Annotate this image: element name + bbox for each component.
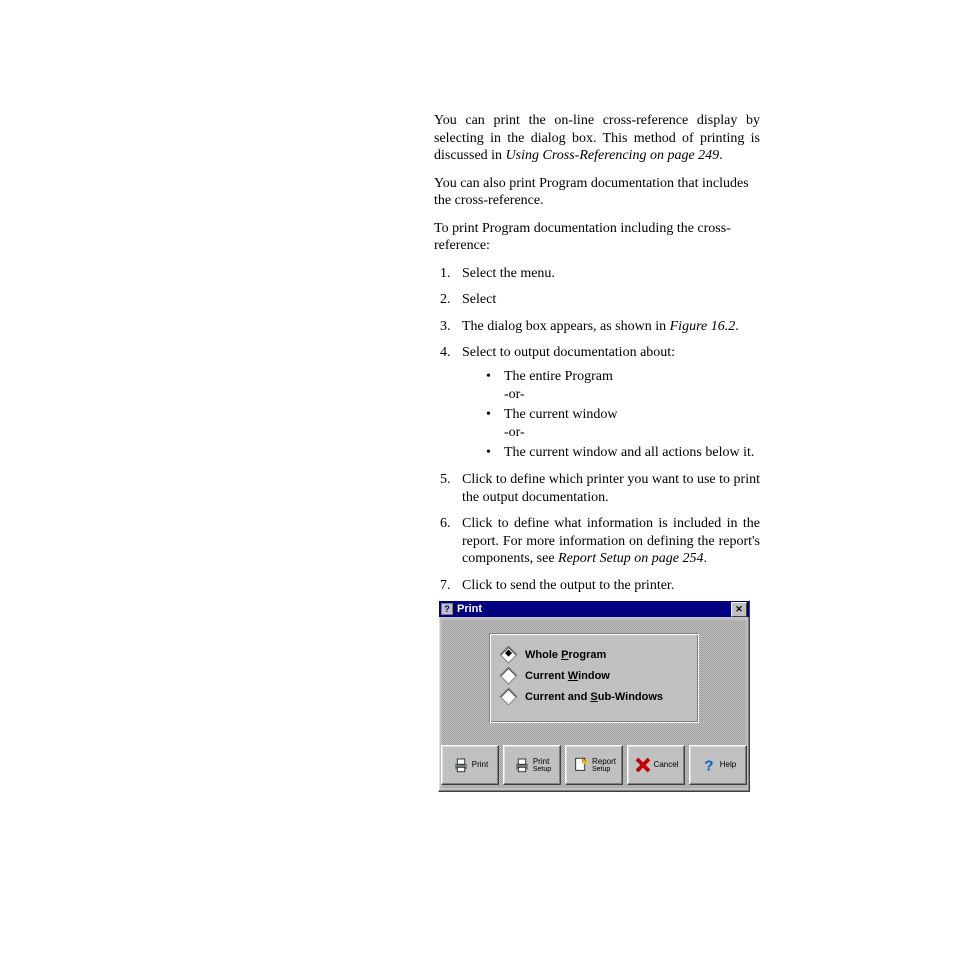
paragraph-2: You can also print Program documentation… [434,175,760,210]
help-question-icon: ? [700,756,718,774]
radio-current-and-sub[interactable]: Current and Sub-Windows [502,690,686,703]
dialog-button-row: Print PrintSetup ReportSetup [445,745,743,785]
print-button[interactable]: Print [441,745,499,785]
cancel-button[interactable]: Cancel [627,745,685,785]
printer-icon [452,756,470,774]
close-button[interactable]: ✕ [731,602,747,617]
radio-icon [499,687,517,705]
radio-icon [499,645,517,663]
dialog-title: Print [457,603,731,615]
cancel-x-icon [634,756,652,774]
report-setup-button[interactable]: ReportSetup [565,745,623,785]
help-button[interactable]: ? Help [689,745,747,785]
svg-text:?: ? [704,757,713,774]
step-4-bullets: The entire Program -or- The current wind… [486,368,760,463]
paragraph-3: To print Program documentation including… [434,220,760,255]
document-text: You can print the on-line cross-referenc… [434,112,760,603]
titlebar: ? Print ✕ [439,601,749,617]
steps-list: Select the menu. Select The dialog box a… [454,265,760,595]
print-scope-group: Whole Program Current Window Current and… [489,633,699,723]
printer-setup-icon [513,756,531,774]
radio-icon [499,666,517,684]
report-setup-icon [572,756,590,774]
radio-current-window[interactable]: Current Window [502,669,686,682]
print-dialog: ? Print ✕ Whole Program Current Window C… [438,600,750,792]
paragraph-1: You can print the on-line cross-referenc… [434,112,760,165]
system-menu-icon[interactable]: ? [441,603,453,615]
radio-whole-program[interactable]: Whole Program [502,648,686,661]
print-setup-button[interactable]: PrintSetup [503,745,561,785]
